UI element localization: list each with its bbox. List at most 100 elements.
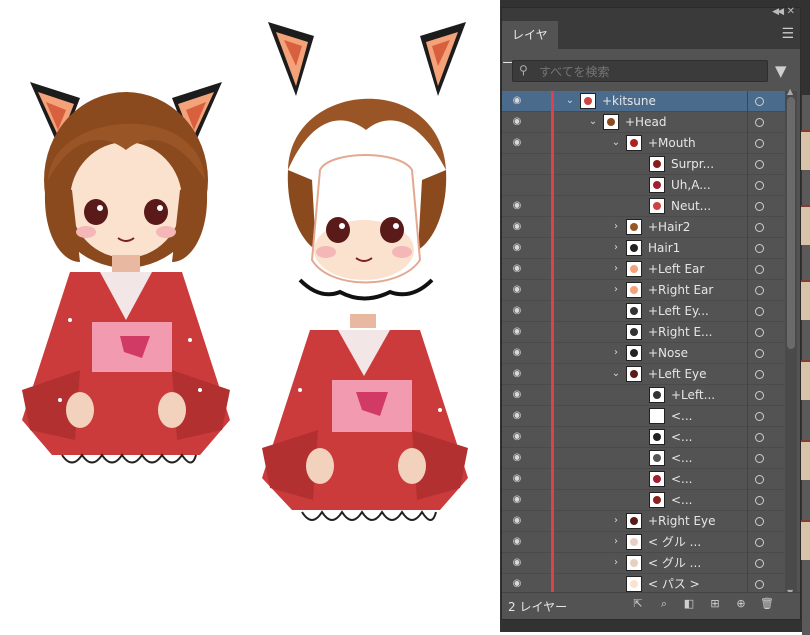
layer-row[interactable]: ◉ <... (502, 490, 785, 511)
target-circle-icon[interactable] (755, 244, 764, 253)
scrollbar-thumb[interactable] (787, 97, 795, 349)
layer-name[interactable]: Surpr... (671, 154, 714, 175)
twirl-closed-icon[interactable]: › (610, 262, 622, 276)
visibility-off-icon[interactable] (510, 157, 524, 171)
layer-row[interactable]: ◉ ⌄ +Left Eye (502, 364, 785, 385)
visibility-eye-icon[interactable]: ◉ (510, 262, 524, 276)
layer-name[interactable]: +Right E... (648, 322, 713, 343)
layer-row[interactable]: ◉ › < グル ... (502, 553, 785, 574)
layer-row[interactable]: ◉ ⌄ +Mouth (502, 133, 785, 154)
target-circle-icon[interactable] (755, 370, 764, 379)
layer-name[interactable]: +Nose (648, 343, 688, 364)
target-circle-icon[interactable] (755, 496, 764, 505)
target-circle-icon[interactable] (755, 160, 764, 169)
visibility-eye-icon[interactable]: ◉ (510, 472, 524, 486)
panel-menu-icon[interactable]: ☰ (781, 26, 794, 42)
visibility-eye-icon[interactable]: ◉ (510, 577, 524, 591)
twirl-closed-icon[interactable]: › (610, 241, 622, 255)
twirl-closed-icon[interactable]: › (610, 220, 622, 234)
target-circle-icon[interactable] (755, 412, 764, 421)
panel-titlebar[interactable]: ◀◀ ✕ (502, 6, 800, 21)
search-input[interactable] (537, 62, 761, 82)
visibility-eye-icon[interactable]: ◉ (510, 493, 524, 507)
visibility-eye-icon[interactable]: ◉ (510, 430, 524, 444)
layer-name[interactable]: <... (671, 427, 693, 448)
target-circle-icon[interactable] (755, 475, 764, 484)
layer-row[interactable]: ◉ <... (502, 469, 785, 490)
export-icon[interactable]: ⇱ (632, 598, 644, 610)
scroll-up-icon[interactable]: ▲ (787, 87, 793, 96)
target-circle-icon[interactable] (755, 349, 764, 358)
layer-name[interactable]: <... (671, 406, 693, 427)
visibility-eye-icon[interactable]: ◉ (510, 451, 524, 465)
locate-object-icon[interactable]: ⌕ (658, 598, 670, 610)
target-circle-icon[interactable] (755, 202, 764, 211)
layer-row[interactable]: ◉ +Left Ey... (502, 301, 785, 322)
filter-icon[interactable]: ▼ (775, 62, 787, 80)
layer-list-scrollbar[interactable]: ▲ ▼ (785, 87, 797, 597)
layer-row[interactable]: ◉ <... (502, 448, 785, 469)
visibility-eye-icon[interactable]: ◉ (510, 346, 524, 360)
twirl-closed-icon[interactable]: › (610, 535, 622, 549)
layer-row[interactable]: ◉ › +Left Ear (502, 259, 785, 280)
visibility-eye-icon[interactable]: ◉ (510, 304, 524, 318)
layer-row[interactable]: ◉ +Left... (502, 385, 785, 406)
layer-row[interactable]: Uh,A... (502, 175, 785, 196)
layer-name[interactable]: +Left Ear (648, 259, 704, 280)
visibility-eye-icon[interactable]: ◉ (510, 94, 524, 108)
twirl-closed-icon[interactable]: › (610, 556, 622, 570)
twirl-closed-icon[interactable]: › (610, 283, 622, 297)
twirl-open-icon[interactable]: ⌄ (564, 94, 576, 108)
layer-row[interactable]: ◉ › < グル ... (502, 532, 785, 553)
layer-name[interactable]: Uh,A... (671, 175, 711, 196)
visibility-eye-icon[interactable]: ◉ (510, 556, 524, 570)
close-icon[interactable]: ✕ (787, 6, 795, 17)
layer-name[interactable]: < グル ... (648, 553, 701, 574)
thumbnail-image[interactable] (801, 130, 810, 170)
layer-name[interactable]: <... (671, 448, 693, 469)
layer-name[interactable]: +Left... (671, 385, 715, 406)
target-circle-icon[interactable] (755, 265, 764, 274)
layer-name[interactable]: <... (671, 490, 693, 511)
visibility-eye-icon[interactable]: ◉ (510, 325, 524, 339)
make-clipping-mask-icon[interactable]: ◧ (683, 598, 695, 610)
tab-layers[interactable]: レイヤー (502, 21, 558, 70)
target-circle-icon[interactable] (755, 139, 764, 148)
layer-row[interactable]: ◉ ⌄ +Head (502, 112, 785, 133)
target-circle-icon[interactable] (755, 97, 764, 106)
twirl-open-icon[interactable]: ⌄ (610, 367, 622, 381)
layer-row[interactable]: ◉ › +Right Ear (502, 280, 785, 301)
layer-search-box[interactable]: ⚲ (512, 60, 768, 82)
layer-name[interactable]: +Right Ear (648, 280, 713, 301)
collapse-icon[interactable]: ◀◀ (772, 7, 784, 17)
artboard-canvas[interactable] (0, 0, 500, 632)
layer-name[interactable]: +Left Eye (648, 364, 707, 385)
layer-row[interactable]: ◉ › +Nose (502, 343, 785, 364)
layer-name[interactable]: +Hair2 (648, 217, 690, 238)
thumbnail-image[interactable] (801, 440, 810, 480)
thumbnail-image[interactable] (801, 205, 810, 245)
layer-name[interactable]: +Right Eye (648, 511, 716, 532)
layer-row[interactable]: ◉ +Right E... (502, 322, 785, 343)
layer-name[interactable]: <... (671, 469, 693, 490)
layer-name[interactable]: +kitsune (602, 91, 656, 112)
delete-icon[interactable]: 🗑 (760, 598, 774, 610)
layer-name[interactable]: Neut... (671, 196, 711, 217)
visibility-eye-icon[interactable]: ◉ (510, 409, 524, 423)
visibility-eye-icon[interactable]: ◉ (510, 136, 524, 150)
twirl-open-icon[interactable]: ⌄ (610, 136, 622, 150)
target-circle-icon[interactable] (755, 517, 764, 526)
target-circle-icon[interactable] (755, 181, 764, 190)
visibility-eye-icon[interactable]: ◉ (510, 220, 524, 234)
layer-row[interactable]: ◉ <... (502, 406, 785, 427)
target-circle-icon[interactable] (755, 454, 764, 463)
visibility-eye-icon[interactable]: ◉ (510, 283, 524, 297)
twirl-open-icon[interactable]: ⌄ (587, 115, 599, 129)
target-circle-icon[interactable] (755, 328, 764, 337)
layer-name[interactable]: +Left Ey... (648, 301, 709, 322)
layer-row[interactable]: ◉ › +Right Eye (502, 511, 785, 532)
target-circle-icon[interactable] (755, 118, 764, 127)
thumbnail-image[interactable] (801, 360, 810, 400)
layer-name[interactable]: < グル ... (648, 532, 701, 553)
new-layer-icon[interactable]: ⊕ (735, 598, 747, 610)
